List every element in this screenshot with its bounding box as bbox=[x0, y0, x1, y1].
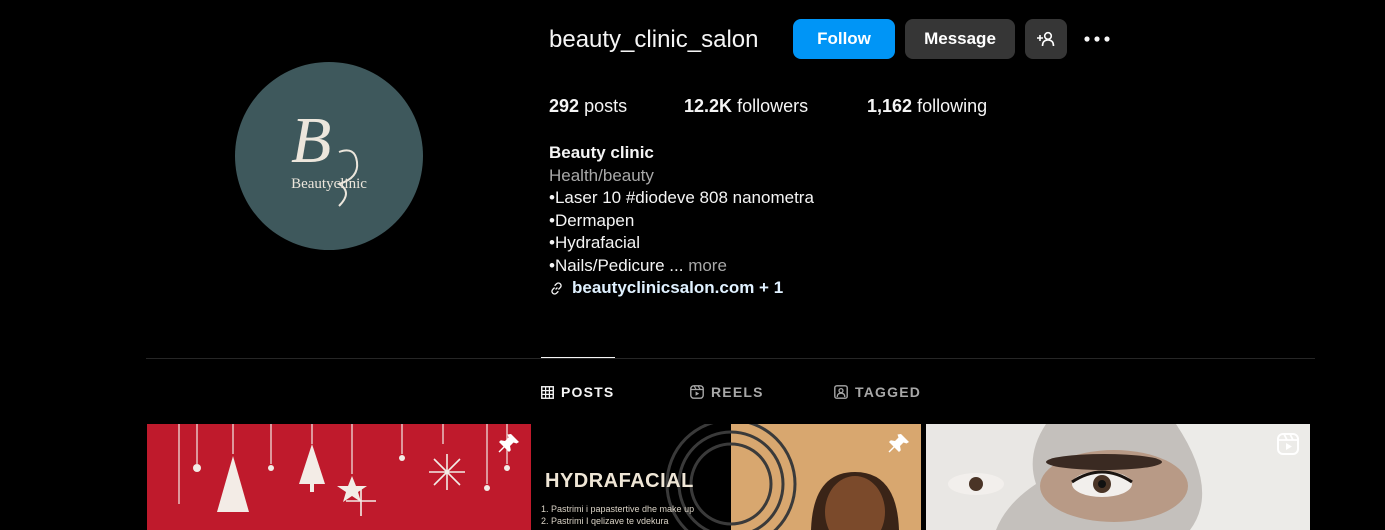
svg-text:Beautyclinic: Beautyclinic bbox=[291, 176, 367, 192]
reel-icon bbox=[1277, 433, 1299, 455]
christmas-decor-image bbox=[178, 424, 510, 516]
grid-icon bbox=[541, 385, 554, 399]
bio-website-link[interactable]: beautyclinicsalon.com + 1 bbox=[572, 277, 783, 300]
bio-category: Health/beauty bbox=[549, 165, 654, 185]
post-caption-line: 2. Pastrimi I qelizave te vdekura bbox=[541, 516, 669, 526]
bio-name: Beauty clinic bbox=[549, 143, 654, 162]
pin-icon bbox=[888, 434, 909, 453]
following-label: following bbox=[917, 96, 988, 116]
bio-more-link[interactable]: more bbox=[688, 256, 727, 275]
face-mask-image bbox=[926, 424, 1310, 530]
following-stat[interactable]: 1,162 following bbox=[867, 95, 987, 117]
profile-avatar[interactable]: B Beautyclinic bbox=[235, 62, 423, 250]
posts-label: posts bbox=[584, 96, 628, 116]
link-icon bbox=[551, 282, 562, 295]
svg-text:B: B bbox=[291, 104, 331, 177]
reels-icon bbox=[690, 385, 704, 399]
tab-posts[interactable]: POSTS bbox=[541, 382, 614, 402]
followers-label: followers bbox=[737, 96, 809, 116]
posts-stat: 292 posts bbox=[549, 95, 627, 117]
suggested-accounts-button[interactable] bbox=[1025, 19, 1067, 59]
follow-button[interactable]: Follow bbox=[793, 19, 895, 59]
tab-reels[interactable]: REELS bbox=[690, 382, 764, 402]
beauty-clinic-logo: B Beautyclinic bbox=[291, 104, 367, 207]
profile-bio: Beauty clinic Health/beauty •Laser 10 #d… bbox=[549, 142, 814, 300]
bio-line: •Dermapen bbox=[549, 210, 635, 230]
followers-count: 12.2K bbox=[684, 96, 733, 116]
post-thumbnail[interactable] bbox=[147, 424, 531, 530]
active-tab-indicator bbox=[541, 357, 615, 358]
post-title: HYDRAFACIAL bbox=[545, 470, 694, 492]
tab-tagged[interactable]: TAGGED bbox=[834, 382, 921, 402]
tab-reels-label: REELS bbox=[711, 384, 764, 400]
followers-stat[interactable]: 12.2K followers bbox=[684, 95, 808, 117]
bio-line-truncated: •Nails/Pedicure ... more bbox=[549, 255, 814, 278]
person-plus-icon bbox=[1037, 31, 1055, 47]
more-options-button[interactable] bbox=[1080, 24, 1114, 54]
pinned-badge bbox=[887, 432, 911, 461]
pin-icon bbox=[498, 434, 519, 453]
tab-posts-label: POSTS bbox=[561, 384, 615, 400]
reel-badge bbox=[1276, 432, 1300, 461]
tab-tagged-label: TAGGED bbox=[855, 384, 922, 400]
bio-line: •Hydrafacial bbox=[549, 233, 640, 252]
tabs-divider bbox=[146, 358, 1315, 359]
pinned-badge bbox=[497, 432, 521, 461]
post-thumbnail[interactable] bbox=[926, 424, 1310, 530]
bio-line: •Laser 10 #diodeve 808 nanometra bbox=[549, 188, 814, 207]
post-thumbnail[interactable]: HYDRAFACIAL 1. Pastrimi i papastertive d… bbox=[531, 424, 921, 530]
tagged-icon bbox=[834, 385, 848, 399]
message-button[interactable]: Message bbox=[905, 19, 1015, 59]
following-count: 1,162 bbox=[867, 96, 913, 116]
posts-count: 292 bbox=[549, 96, 580, 116]
bio-last-line: •Nails/Pedicure ... bbox=[549, 255, 684, 275]
bio-link-row: beautyclinicsalon.com + 1 bbox=[549, 277, 814, 300]
post-caption-line: 1. Pastrimi i papastertive dhe make up bbox=[541, 504, 695, 514]
profile-username: beauty_clinic_salon bbox=[549, 26, 759, 53]
more-options-icon bbox=[1084, 36, 1110, 42]
